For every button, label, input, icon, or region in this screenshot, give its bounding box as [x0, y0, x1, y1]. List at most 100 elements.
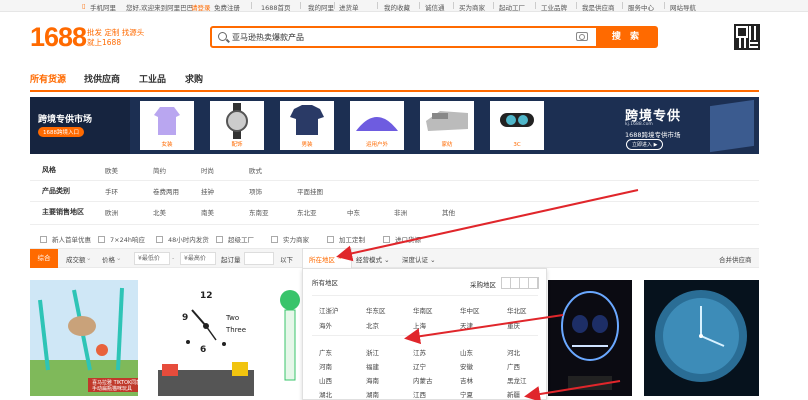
- region-option[interactable]: 重庆: [507, 320, 520, 330]
- price-min-input[interactable]: ¥最低价: [134, 252, 170, 265]
- banner-item-outdoor[interactable]: 运用户外: [350, 101, 404, 150]
- checkbox-48h-ship[interactable]: 48小时内发货: [156, 234, 209, 244]
- region-option[interactable]: 黑龙江: [507, 375, 527, 385]
- tab-purchase-request[interactable]: 求购: [185, 72, 203, 85]
- region-option[interactable]: 天津: [460, 320, 473, 330]
- filter-option[interactable]: 欧美: [105, 165, 118, 175]
- region-option[interactable]: 辽宁: [413, 361, 426, 371]
- sort-by-price[interactable]: 价格: [102, 254, 115, 264]
- tab-find-supplier[interactable]: 找供应商: [84, 72, 120, 85]
- region-option[interactable]: 江浙沪: [319, 305, 339, 315]
- region-option[interactable]: 福建: [366, 361, 379, 371]
- camera-icon[interactable]: [576, 32, 588, 41]
- banner-enter-button[interactable]: 立即进入 ▶: [626, 139, 664, 150]
- topnav-merchant-link[interactable]: 买为商家: [459, 2, 485, 12]
- region-dropdown-toggle[interactable]: 所在地区 ⌃: [302, 248, 352, 269]
- region-option[interactable]: 新疆: [507, 389, 520, 399]
- filter-option[interactable]: 挂钟: [201, 186, 214, 196]
- all-regions-option[interactable]: 所有地区: [312, 277, 338, 287]
- topnav-login-link[interactable]: 请登录: [191, 2, 211, 12]
- min-order-input[interactable]: [244, 252, 274, 265]
- filter-option[interactable]: 欧洲: [105, 207, 118, 217]
- tab-industrial[interactable]: 工业品: [139, 72, 166, 85]
- filter-option[interactable]: 手环: [105, 186, 118, 196]
- region-option[interactable]: 河北: [507, 347, 520, 357]
- region-option[interactable]: 华东区: [366, 305, 386, 315]
- business-mode-dropdown[interactable]: 经营模式 ⌄: [356, 254, 390, 264]
- banner-left-button[interactable]: 1688跨境入口: [38, 127, 84, 137]
- region-option[interactable]: 华北区: [507, 305, 527, 315]
- filter-option[interactable]: 欧式: [249, 165, 262, 175]
- region-option[interactable]: 山西: [319, 375, 332, 385]
- filter-option[interactable]: 南美: [201, 207, 214, 217]
- topnav-sitemap-link[interactable]: 网站导航: [670, 2, 696, 12]
- filter-option[interactable]: 东北亚: [297, 207, 317, 217]
- filter-option[interactable]: 中东: [347, 207, 360, 217]
- checkbox-import-source[interactable]: 进口货源: [383, 234, 421, 244]
- sort-default-button[interactable]: 综合: [30, 249, 58, 268]
- product-card-cat-toy[interactable]: 喜马拉雅 TIKTOK同款 手动扁瓶猫咪玩具: [30, 280, 138, 396]
- filter-option[interactable]: 时尚: [201, 165, 214, 175]
- sort-by-volume[interactable]: 成交额: [66, 254, 86, 264]
- banner-item-accessories[interactable]: 配饰: [210, 101, 264, 150]
- banner-item-women[interactable]: 女装: [140, 101, 194, 150]
- topnav-chengxin-link[interactable]: 诚信通: [425, 2, 445, 12]
- topnav-factory-link[interactable]: 起动工厂: [499, 2, 525, 12]
- banner-item-3c[interactable]: 3C: [490, 101, 544, 150]
- topnav-register-link[interactable]: 免费注册: [214, 2, 240, 12]
- region-option[interactable]: 内蒙古: [413, 375, 433, 385]
- region-option[interactable]: 华中区: [460, 305, 480, 315]
- banner-item-bedding[interactable]: 家纺: [420, 101, 474, 150]
- certification-dropdown[interactable]: 深度认证 ⌄: [402, 254, 436, 264]
- filter-option[interactable]: 其他: [442, 207, 455, 217]
- region-option[interactable]: 江苏: [413, 347, 426, 357]
- region-option[interactable]: 江西: [413, 389, 426, 399]
- region-option[interactable]: 广西: [507, 361, 520, 371]
- filter-option[interactable]: 非洲: [394, 207, 407, 217]
- checkbox-power-merchant[interactable]: 实力商家: [271, 234, 309, 244]
- filter-option[interactable]: 北美: [153, 207, 166, 217]
- topnav-cart-link[interactable]: 进货单: [339, 2, 359, 12]
- region-option[interactable]: 河南: [319, 361, 332, 371]
- product-card-wall-clock[interactable]: 12 9 Two Three 6: [152, 280, 260, 396]
- site-logo[interactable]: 1688: [30, 22, 87, 53]
- filter-option[interactable]: 项饰: [249, 186, 262, 196]
- topnav-my-ali-link[interactable]: 我的阿里: [308, 2, 334, 12]
- filter-option[interactable]: 东南亚: [249, 207, 269, 217]
- checkbox-custom-processing[interactable]: 加工定制: [327, 234, 365, 244]
- checkbox-24h-response[interactable]: 7×24h响应: [98, 234, 145, 244]
- checkbox-new-user[interactable]: 新人首单优惠: [40, 234, 91, 244]
- merge-supplier-link[interactable]: 合并供应商: [719, 254, 752, 264]
- cross-border-banner[interactable]: 跨境专供市场 1688跨境入口 女装 配饰 男装 运用户外 家纺 3C 跨境专供…: [30, 97, 759, 154]
- region-option[interactable]: 山东: [460, 347, 473, 357]
- region-option[interactable]: 广东: [319, 347, 332, 357]
- filter-option[interactable]: 卷费两用: [153, 186, 179, 196]
- topnav-favorites-link[interactable]: 我的收藏: [384, 2, 410, 12]
- region-option[interactable]: 宁夏: [460, 389, 473, 399]
- product-card-skull-lamp[interactable]: [548, 280, 632, 396]
- region-option[interactable]: 湖南: [366, 389, 379, 399]
- region-option[interactable]: 海南: [366, 375, 379, 385]
- search-input[interactable]: 亚马逊热卖爆款产品: [232, 32, 304, 43]
- topnav-home-link[interactable]: 1688首页: [261, 2, 291, 12]
- region-option[interactable]: 华南区: [413, 305, 433, 315]
- product-card-tube[interactable]: [276, 280, 300, 396]
- banner-item-men[interactable]: 男装: [280, 101, 334, 150]
- region-option[interactable]: 海外: [319, 320, 332, 330]
- tab-all-sources[interactable]: 所有货源: [30, 72, 66, 85]
- topnav-supplier-link[interactable]: 我是供应商: [582, 2, 615, 12]
- price-max-input[interactable]: ¥最高价: [180, 252, 216, 265]
- purchase-region-toggle[interactable]: [501, 277, 539, 289]
- topnav-mobile-link[interactable]: 手机阿里: [90, 2, 116, 12]
- region-option[interactable]: 浙江: [366, 347, 379, 357]
- region-option[interactable]: 安徽: [460, 361, 473, 371]
- topnav-industrial-link[interactable]: 工业品牌: [541, 2, 567, 12]
- filter-option[interactable]: 平面挂图: [297, 186, 323, 196]
- region-option[interactable]: 湖北: [319, 389, 332, 399]
- topnav-service-link[interactable]: 服务中心: [628, 2, 654, 12]
- filter-option[interactable]: 简约: [153, 165, 166, 175]
- product-card-glow-clock[interactable]: [644, 280, 759, 396]
- search-button[interactable]: 搜 索: [596, 26, 658, 48]
- region-option[interactable]: 北京: [366, 320, 379, 330]
- region-option[interactable]: 上海: [413, 320, 426, 330]
